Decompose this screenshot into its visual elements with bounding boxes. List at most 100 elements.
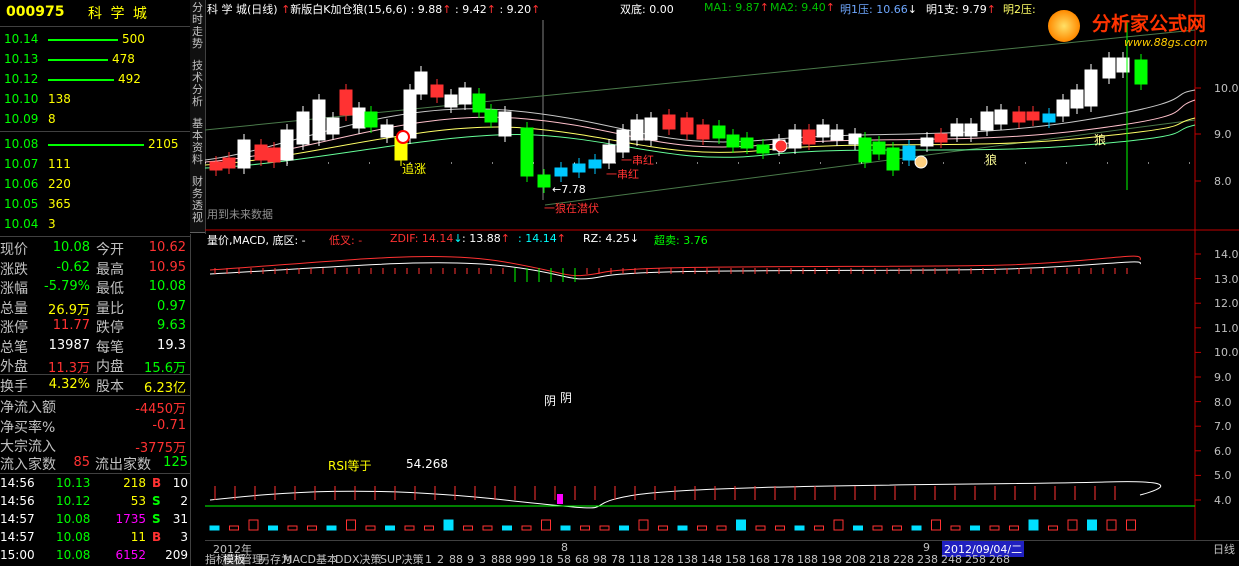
bottom-tab-4[interactable]: MACD基本 [283, 554, 338, 566]
resist2-value: 明2压: [1003, 3, 1036, 16]
vtab-3[interactable]: 财务透视 [190, 174, 205, 233]
volume-bar [833, 519, 844, 531]
stat-value: 11.3万 [48, 361, 90, 376]
bottom-tab-9[interactable]: 88 [449, 554, 463, 566]
bottom-tab-31[interactable]: 238 [917, 554, 938, 566]
kline-chart[interactable] [205, 0, 1239, 566]
candle [326, 117, 340, 135]
vtab-2[interactable]: 基本资料 [190, 116, 205, 175]
quote-price: 10.07 [4, 157, 39, 171]
sub-value-3: : 14.14↑ [518, 232, 566, 245]
bottom-tab-7[interactable]: 1 [425, 554, 432, 566]
candle [364, 111, 378, 128]
ask-row[interactable]: 10.09 8 [0, 110, 190, 130]
volume-bar [404, 525, 415, 531]
bottom-tab-12[interactable]: 888 [491, 554, 512, 566]
bottom-tab-27[interactable]: 198 [821, 554, 842, 566]
tick-time: 14:56 [0, 494, 35, 508]
tick-side: S [152, 494, 161, 508]
bottom-tab-13[interactable]: 999 [515, 554, 536, 566]
bottom-tab-34[interactable]: 268 [989, 554, 1010, 566]
volume-bar [209, 525, 220, 531]
stat-label: 内盘 [96, 359, 124, 375]
bottom-tab-10[interactable]: 9 [467, 554, 474, 566]
bid-row[interactable]: 10.06 220 [0, 175, 190, 195]
volume-bar [346, 519, 356, 531]
candle [1084, 69, 1098, 107]
bottom-tab-16[interactable]: 68 [575, 554, 589, 566]
bottom-tab-32[interactable]: 248 [941, 554, 962, 566]
candle [602, 144, 616, 164]
bottom-tab-17[interactable]: 98 [593, 554, 607, 566]
vtab-1[interactable]: 技术分析 [190, 58, 205, 117]
tick-side: B [152, 530, 162, 544]
ask-row[interactable]: 10.12 492 [0, 70, 190, 90]
x-axis: 2012年 8 9 2012/09/04/二 日线 [205, 540, 1239, 557]
bottom-tab-29[interactable]: 218 [869, 554, 890, 566]
volume-bar [853, 525, 863, 531]
ask-row[interactable]: 10.10 138 [0, 90, 190, 110]
bottom-tab-33[interactable]: 258 [965, 554, 986, 566]
candle [934, 133, 948, 143]
bid-row[interactable]: 10.04 3 [0, 215, 190, 235]
vertical-tabs: 分时走势 技术分析 基本资料 财务透视 [190, 0, 206, 234]
tick-count: 31 [172, 512, 188, 526]
tick-row: 14:56 10.13 218 B 10 [0, 475, 190, 493]
sub-axis-label: 7.0 [1214, 420, 1232, 434]
sub-axis-label: 9.0 [1214, 371, 1232, 384]
bottom-tab-23[interactable]: 158 [725, 554, 746, 566]
tick-row: 14:57 10.08 1735 S 31 [0, 511, 190, 529]
overbought-value: 超卖: 3.76 [654, 234, 708, 247]
candle [209, 161, 223, 171]
bottom-tab-5[interactable]: DDX决策 [335, 554, 381, 566]
bottom-tab-6[interactable]: SUP决策 [380, 554, 424, 566]
bottom-tab-11[interactable]: 3 [479, 554, 486, 566]
quote-price: 10.05 [4, 197, 39, 211]
bottom-tab-26[interactable]: 188 [797, 554, 818, 566]
volume-bar [1087, 519, 1097, 531]
tick-count: 3 [180, 530, 188, 544]
bottom-tab-24[interactable]: 168 [749, 554, 770, 566]
stat-label: 总量 [0, 300, 28, 317]
volume-bar [48, 144, 144, 146]
bid-row[interactable]: 10.08 2105 [0, 135, 190, 155]
bottom-tab-14[interactable]: 18 [539, 554, 553, 566]
price-axis-label: 8.0 [1214, 175, 1232, 188]
bottom-tab-22[interactable]: 148 [701, 554, 722, 566]
chart-title: 科 学 城(日线) [207, 3, 278, 16]
divider [0, 473, 190, 474]
outflow-count-label: 流出家数 [95, 457, 151, 473]
yin-label: 阴 [560, 391, 573, 405]
tick-volume: 218 [123, 476, 146, 490]
bottom-tab-30[interactable]: 228 [893, 554, 914, 566]
candle [740, 137, 754, 149]
tick-price: 10.08 [56, 530, 91, 544]
volume-bar [48, 39, 118, 41]
tick-volume: 53 [130, 494, 146, 508]
bottom-tab-19[interactable]: 118 [629, 554, 650, 566]
bottom-tab-8[interactable]: 2 [437, 554, 444, 566]
candle [414, 71, 428, 95]
tick-time: 14:57 [0, 512, 35, 526]
bid-row[interactable]: 10.05 365 [0, 195, 190, 215]
volume-bar [950, 525, 961, 531]
stat-label: 每笔 [96, 339, 124, 356]
candle [458, 87, 472, 105]
bottom-tab-28[interactable]: 208 [845, 554, 866, 566]
candle [1042, 113, 1056, 123]
bottom-tab-18[interactable]: 78 [611, 554, 625, 566]
stat-label: 涨停 [0, 320, 28, 336]
bid-row[interactable]: 10.07 111 [0, 155, 190, 175]
flow-value: -3775万 [135, 441, 186, 456]
bottom-tab-20[interactable]: 128 [653, 554, 674, 566]
vtab-0[interactable]: 分时走势 [190, 0, 205, 59]
quote-volume: 220 [48, 177, 71, 191]
bottom-tab-21[interactable]: 138 [677, 554, 698, 566]
ask-row[interactable]: 10.14 500 [0, 30, 190, 50]
bottom-tab-15[interactable]: 58 [557, 554, 571, 566]
ask-row[interactable]: 10.13 478 [0, 50, 190, 70]
volume-bar [1106, 519, 1117, 531]
candle [680, 117, 694, 135]
low-cross-value: 低叉: - [329, 234, 363, 247]
bottom-tab-25[interactable]: 178 [773, 554, 794, 566]
